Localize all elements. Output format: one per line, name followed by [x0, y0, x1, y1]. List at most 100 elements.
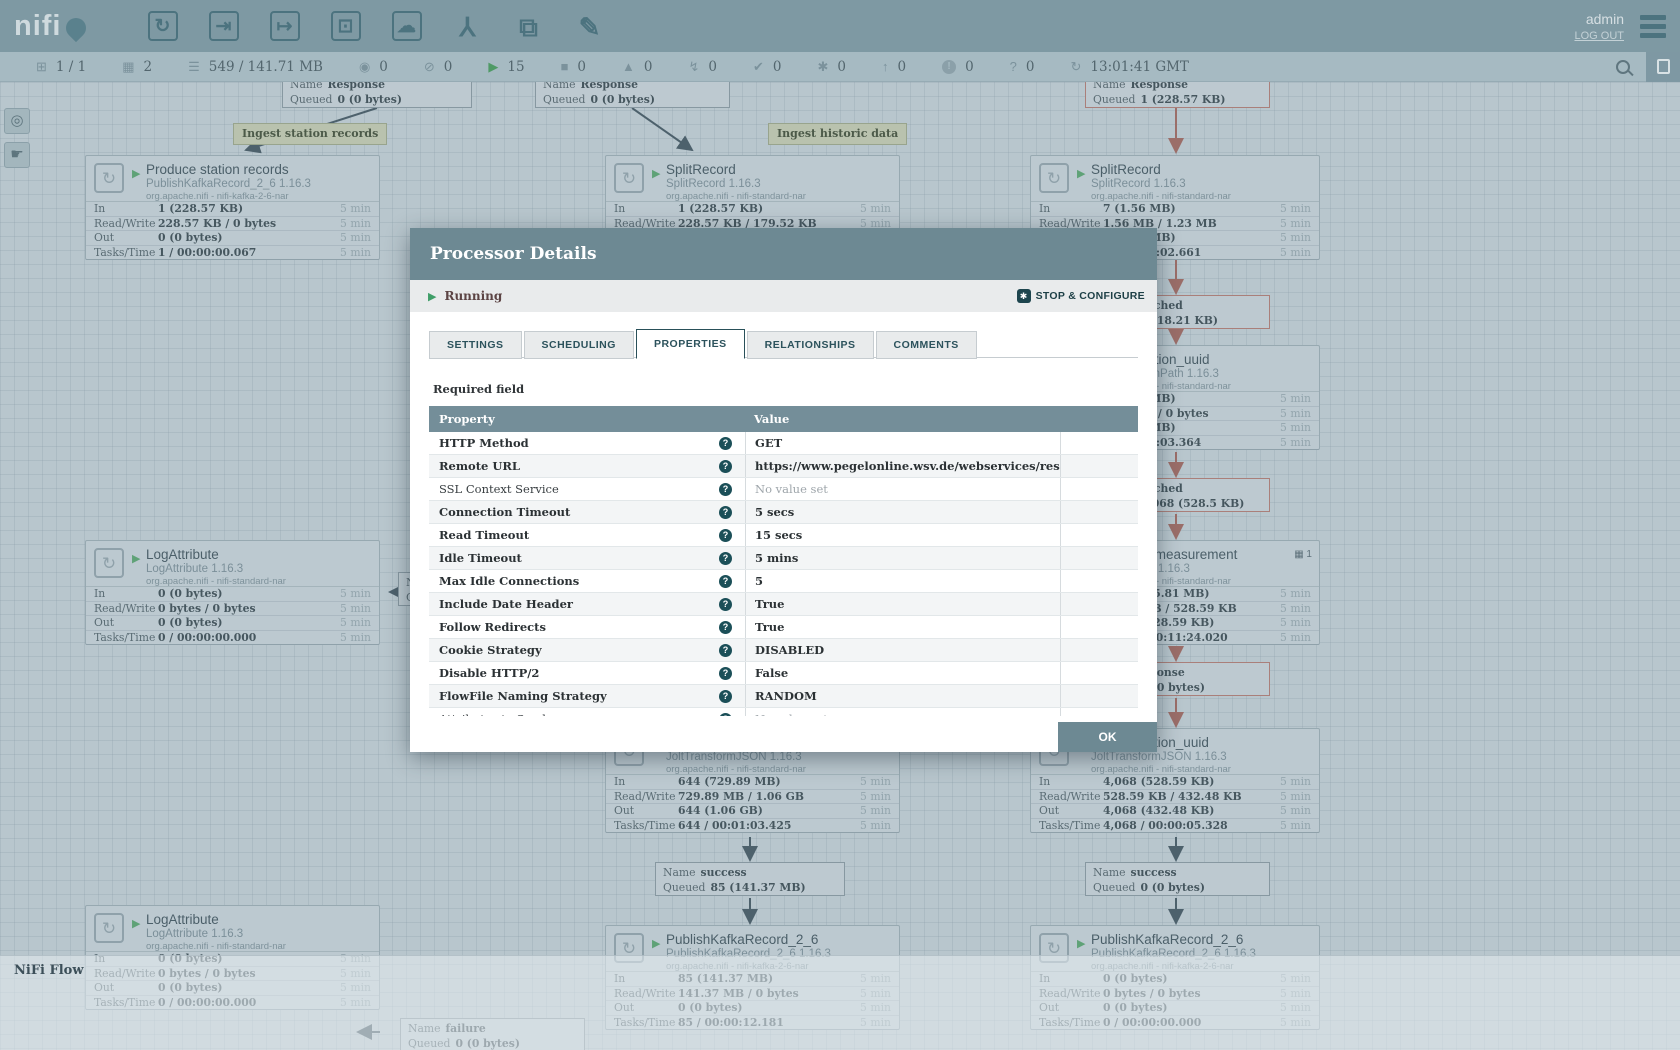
stat-window: 5 min: [1280, 602, 1311, 617]
processor-title: SplitRecord: [666, 162, 736, 177]
status-value: 549 / 141.71 MB: [209, 59, 323, 75]
status-item: ✔0: [753, 59, 782, 75]
property-value[interactable]: False: [745, 662, 1060, 684]
help-icon[interactable]: ?: [719, 621, 732, 634]
row-spacer-cell: [1060, 708, 1138, 716]
processor-icon: ↻: [94, 913, 124, 943]
status-value: 0: [837, 59, 846, 75]
running-icon: ▶: [488, 59, 498, 75]
status-value: 15: [507, 59, 524, 75]
property-value[interactable]: No value set: [745, 708, 1060, 716]
label-icon[interactable]: ✎: [575, 11, 605, 41]
help-icon[interactable]: ?: [719, 690, 732, 703]
property-value[interactable]: RANDOM: [745, 685, 1060, 707]
processor-badge: ▦ 1: [1294, 549, 1312, 560]
status-value: 0: [965, 59, 974, 75]
property-name: HTTP Method: [429, 432, 745, 454]
processor-icon: ↻: [1039, 163, 1069, 193]
queue-name-label: Name: [1093, 866, 1126, 879]
tab-settings[interactable]: SETTINGS: [429, 331, 522, 359]
tab-comments[interactable]: COMMENTS: [876, 331, 977, 359]
tab-properties[interactable]: PROPERTIES: [636, 329, 745, 359]
value-column-header: Value: [754, 406, 789, 432]
global-menu-icon[interactable]: [1640, 11, 1666, 42]
connection-queue-label[interactable]: NameResponse Queued1 (228.57 KB): [1085, 82, 1270, 108]
stat-window: 5 min: [1280, 587, 1311, 602]
processor-stat-row: Read/Write 729.89 MB / 1.06 GB 5 min: [606, 790, 899, 805]
stat-window: 5 min: [860, 804, 891, 819]
processor-stat-row: Tasks/Time 4,068 / 00:00:05.328 5 min: [1031, 819, 1319, 834]
property-name: Idle Timeout: [429, 547, 745, 569]
queue-name-label: Name: [543, 82, 576, 91]
help-icon[interactable]: ?: [719, 598, 732, 611]
status-item[interactable]: ↻13:01:41 GMT: [1071, 59, 1189, 75]
connection-queue-label[interactable]: Namesuccess Queued0 (0 bytes): [1085, 862, 1270, 896]
tab-scheduling[interactable]: SCHEDULING: [524, 331, 634, 359]
processor[interactable]: ↻ ▶ LogAttribute LogAttribute 1.16.3 org…: [85, 540, 380, 645]
queue-name: Response: [581, 82, 638, 91]
stat-label: In: [94, 202, 105, 217]
funnel-icon[interactable]: ⅄: [453, 11, 483, 41]
help-icon[interactable]: ?: [719, 506, 732, 519]
processor-type: LogAttribute 1.16.3: [146, 563, 243, 575]
property-value[interactable]: True: [745, 616, 1060, 638]
help-icon[interactable]: ?: [719, 575, 732, 588]
running-icon: ▶: [132, 552, 140, 565]
property-row: Read Timeout ? 15 secs: [429, 524, 1138, 547]
output-port-icon[interactable]: ↦: [270, 11, 300, 41]
connection-queue-label[interactable]: Namesuccess Queued85 (141.37 MB): [655, 862, 845, 896]
logout-link[interactable]: LOG OUT: [1574, 30, 1624, 42]
help-icon[interactable]: ?: [719, 667, 732, 680]
connection-queue-label[interactable]: NameResponse Queued0 (0 bytes): [535, 82, 730, 108]
help-icon[interactable]: ?: [719, 644, 732, 657]
processor-stat-row: Tasks/Time 1 / 00:00:00.067 5 min: [86, 246, 379, 261]
property-value[interactable]: 15 secs: [745, 524, 1060, 546]
row-spacer-cell: [1060, 501, 1138, 523]
ok-button[interactable]: OK: [1058, 722, 1157, 752]
template-icon[interactable]: ⧉: [514, 11, 544, 41]
flow-label[interactable]: Ingest station records: [233, 123, 387, 145]
tab-relationships[interactable]: RELATIONSHIPS: [747, 331, 874, 359]
sidebar-toggle-button[interactable]: [1646, 52, 1680, 82]
stat-label: Read/Write: [94, 602, 155, 617]
stop-and-configure-button[interactable]: ✱ STOP & CONFIGURE: [1017, 289, 1145, 303]
help-icon[interactable]: ?: [719, 437, 732, 450]
flow-label[interactable]: Ingest historic data: [768, 123, 907, 145]
queued-icon: ☰: [188, 59, 200, 75]
remote-process-group-icon[interactable]: ☁: [392, 11, 422, 41]
property-value[interactable]: 5: [745, 570, 1060, 592]
property-name: Include Date Header: [429, 593, 745, 615]
input-port-icon[interactable]: ⇥: [209, 11, 239, 41]
stat-value: 0 (0 bytes): [158, 587, 223, 602]
property-value[interactable]: GET: [745, 432, 1060, 454]
breadcrumb[interactable]: NiFi Flow: [14, 963, 84, 978]
property-value[interactable]: 5 secs: [745, 501, 1060, 523]
processor[interactable]: ↻ ▶ Produce station records PublishKafka…: [85, 155, 380, 260]
help-icon[interactable]: ?: [719, 552, 732, 565]
property-row: Attributes to Send ? No value set: [429, 708, 1138, 716]
stat-value: 0 (0 bytes): [158, 231, 223, 246]
search-icon[interactable]: [1616, 60, 1630, 74]
processor-icon[interactable]: ↻: [148, 11, 178, 41]
help-icon[interactable]: ?: [719, 460, 732, 473]
status-item: ☰ 549 / 141.71 MB: [188, 59, 323, 75]
queued-count: 0 (0 bytes): [590, 93, 655, 106]
process-group-icon[interactable]: ⊡: [331, 11, 361, 41]
help-icon[interactable]: ?: [719, 529, 732, 542]
property-value[interactable]: True: [745, 593, 1060, 615]
help-icon[interactable]: ?: [719, 483, 732, 496]
property-row: FlowFile Naming Strategy ? RANDOM: [429, 685, 1138, 708]
property-value[interactable]: DISABLED: [745, 639, 1060, 661]
status-bar: ⊞1 / 1▦2☰549 / 141.71 MB◉0⊘0▶15■0▲0↯0✔0✱…: [0, 52, 1680, 82]
property-value[interactable]: https://www.pegelonline.wsv.de/webservic…: [745, 455, 1060, 477]
property-name: FlowFile Naming Strategy: [429, 685, 745, 707]
connection-queue-label[interactable]: NameResponse Queued0 (0 bytes): [282, 82, 472, 108]
navigate-palette-button[interactable]: ◎: [4, 108, 30, 134]
property-value[interactable]: No value set: [745, 478, 1060, 500]
processor-bundle: org.apache.nifi - nifi-kafka-2-6-nar: [146, 191, 289, 202]
property-value[interactable]: 5 mins: [745, 547, 1060, 569]
processor-title: PublishKafkaRecord_2_6: [1091, 932, 1243, 947]
processor-stat-row: In 7 (1.56 MB) 5 min: [1031, 202, 1319, 217]
operate-palette-button[interactable]: ☛: [4, 142, 30, 168]
stop-configure-icon: ✱: [1017, 289, 1031, 303]
